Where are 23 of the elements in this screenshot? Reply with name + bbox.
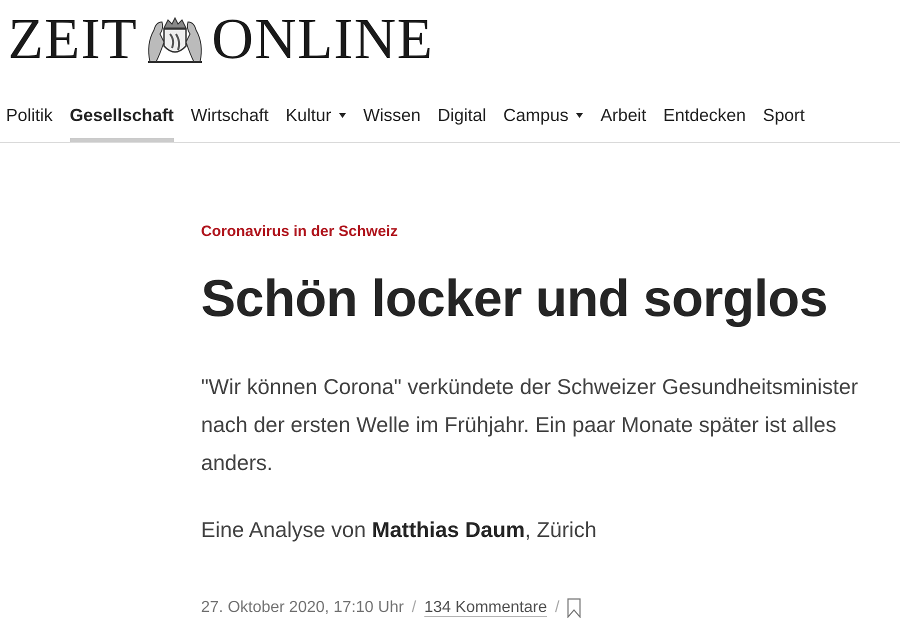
nav-link[interactable]: Campus <box>503 94 584 142</box>
date-text: 27. Oktober 2020, 17:10 Uhr <box>201 598 404 618</box>
summary-text: "Wir können Corona" verkündete der Schweizer Gesundheitsminister nach der ersten Welle im Frühjahr. Ein paar Monate später ist alles anders. <box>201 374 859 478</box>
logo-text[interactable]: ONLINE <box>212 10 434 68</box>
caret-icon <box>339 112 346 118</box>
caret-icon <box>576 112 584 118</box>
nav-link[interactable]: Entdecken <box>663 94 746 142</box>
comments-link[interactable]: 134 Kommentare <box>424 596 547 620</box>
nav-link[interactable]: Arbeit <box>600 94 646 142</box>
nav-link[interactable]: Digital <box>438 94 486 142</box>
nav-link[interactable]: Gesellschaft <box>70 94 174 142</box>
nav-link[interactable]: Politik <box>6 94 53 142</box>
kicker-link[interactable]: Coronavirus in der Schweiz <box>201 221 880 244</box>
nav-link[interactable]: Kultur <box>286 94 346 142</box>
nav-link[interactable]: Wirtschaft <box>190 94 269 142</box>
headline: Schön locker und sorglos <box>201 268 829 330</box>
byline: Eine Analyse von Matthias Daum, Zürich <box>201 517 598 544</box>
separator: / <box>554 598 560 618</box>
logo-text[interactable]: ZEIT <box>8 10 138 68</box>
nav-link[interactable]: Wissen <box>363 94 421 142</box>
nav-link[interactable]: Sport <box>762 94 805 142</box>
bookmark-icon[interactable] <box>567 598 582 618</box>
separator: / <box>412 598 416 618</box>
